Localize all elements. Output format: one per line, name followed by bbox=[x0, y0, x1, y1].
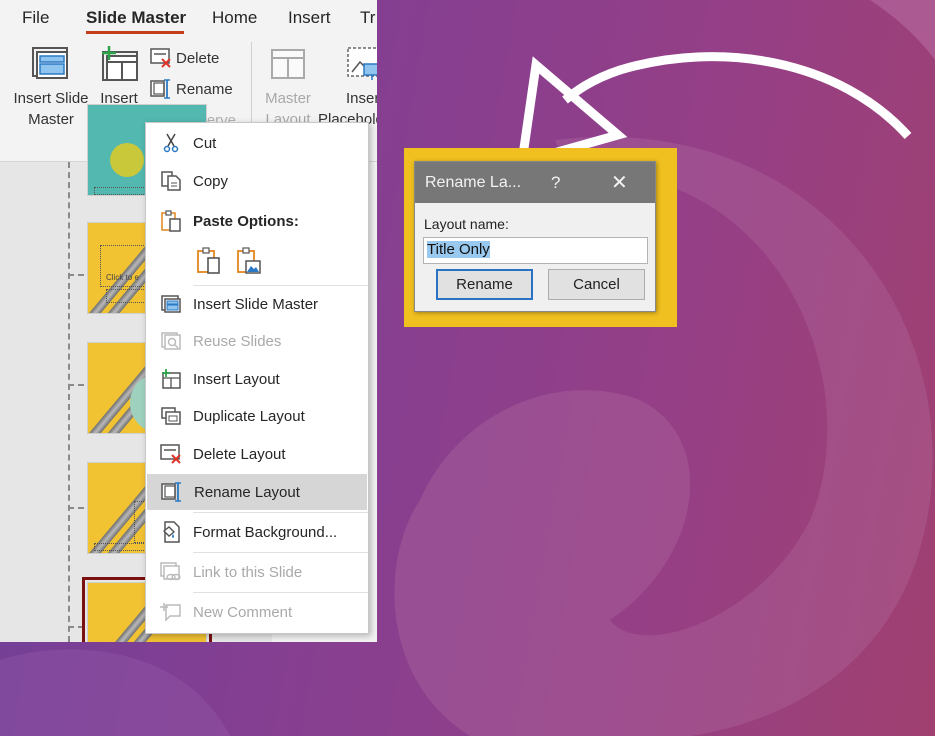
insert-layout-icon bbox=[160, 368, 182, 390]
menu-item-insert-slide-master[interactable]: Insert Slide Master bbox=[146, 286, 368, 322]
cancel-button[interactable]: Cancel bbox=[548, 269, 645, 300]
menu-item-label: New Comment bbox=[193, 603, 293, 621]
tab-file[interactable]: File bbox=[22, 8, 49, 28]
arrow-curve bbox=[562, 52, 912, 140]
menu-item-rename-layout[interactable]: Rename Layout bbox=[147, 474, 367, 510]
scissors-icon bbox=[160, 132, 182, 154]
menu-item-delete-layout[interactable]: Delete Layout bbox=[146, 436, 368, 472]
master-layout-label-1: Master bbox=[265, 90, 311, 107]
menu-item-label: Paste Options: bbox=[193, 212, 299, 230]
ribbon-tabs: File Slide Master Home Insert Tr bbox=[0, 0, 377, 38]
layout-tree-branch bbox=[68, 274, 84, 276]
insert-placeholder-icon bbox=[347, 47, 377, 80]
delete-button[interactable]: Delete bbox=[150, 48, 219, 68]
menu-item-label: Link to this Slide bbox=[193, 563, 303, 581]
menu-item-label: Format Background... bbox=[193, 523, 338, 541]
swirl-bottom-left bbox=[0, 649, 230, 736]
thumbnail-circle-decoration bbox=[110, 143, 144, 177]
delete-layout-icon bbox=[160, 443, 182, 465]
insert-slide-master-icon bbox=[32, 47, 68, 79]
rename-layout-dialog: Rename La... ? ✕ Layout name: Title Only… bbox=[414, 161, 656, 312]
layout-tree-line bbox=[68, 162, 70, 642]
tab-home[interactable]: Home bbox=[212, 8, 257, 28]
rename-label: Rename bbox=[176, 80, 233, 98]
layout-tree-branch bbox=[68, 507, 84, 509]
paste-picture-icon[interactable] bbox=[236, 247, 262, 275]
tab-transitions[interactable]: Tr bbox=[360, 8, 375, 28]
menu-item-label: Rename Layout bbox=[194, 483, 300, 501]
delete-label: Delete bbox=[176, 49, 220, 67]
menu-separator bbox=[193, 552, 368, 553]
menu-item-label: Cut bbox=[193, 134, 217, 152]
master-layout-button[interactable]: Master Layout bbox=[260, 46, 316, 130]
menu-item-copy[interactable]: Copy bbox=[146, 163, 368, 199]
insert-slide-master-icon bbox=[160, 293, 182, 315]
format-background-icon bbox=[160, 521, 182, 543]
swirl-top-right bbox=[870, 0, 935, 60]
menu-item-insert-layout[interactable]: Insert Layout bbox=[146, 361, 368, 397]
paste-keep-source-icon[interactable] bbox=[196, 247, 222, 275]
tab-insert[interactable]: Insert bbox=[288, 8, 331, 28]
copy-icon bbox=[160, 170, 182, 192]
menu-item-new-comment[interactable]: New Comment bbox=[146, 594, 368, 630]
menu-item-cut[interactable]: Cut bbox=[146, 125, 368, 161]
dialog-title: Rename La... bbox=[425, 174, 522, 191]
menu-item-duplicate-layout[interactable]: Duplicate Layout bbox=[146, 398, 368, 434]
menu-item-label: Insert Slide Master bbox=[193, 295, 319, 313]
layout-name-label: Layout name: bbox=[424, 216, 509, 232]
rename-icon bbox=[150, 79, 170, 99]
menu-item-label: Delete Layout bbox=[193, 445, 286, 463]
link-slide-icon bbox=[160, 561, 182, 583]
insert-slide-master-label-1: Insert Slide bbox=[13, 90, 89, 107]
menu-item-link-to-slide[interactable]: Link to this Slide bbox=[146, 554, 368, 590]
rename-button[interactable]: Rename bbox=[436, 269, 533, 300]
insert-slide-master-label-2: Master bbox=[28, 111, 74, 128]
context-menu: Cut Copy Paste Options: Insert Slide Mas… bbox=[145, 122, 369, 634]
master-layout-icon bbox=[271, 49, 305, 79]
insert-layout-icon bbox=[102, 46, 138, 81]
rename-button[interactable]: Rename bbox=[150, 79, 233, 99]
new-comment-icon bbox=[160, 601, 182, 623]
help-button[interactable]: ? bbox=[551, 173, 560, 193]
delete-icon bbox=[150, 48, 171, 68]
active-tab-indicator bbox=[86, 31, 184, 34]
menu-separator bbox=[193, 512, 368, 513]
close-icon[interactable]: ✕ bbox=[611, 170, 628, 195]
menu-item-label: Copy bbox=[193, 172, 229, 190]
rename-layout-icon bbox=[161, 481, 183, 503]
insert-placeholder-label-1: Insert bbox=[346, 90, 377, 107]
menu-item-label: Insert Layout bbox=[193, 370, 280, 388]
paste-icon bbox=[160, 210, 182, 232]
layout-name-value: Title Only bbox=[427, 241, 490, 258]
thumbnail-placeholder-text: Click to e bbox=[106, 273, 139, 282]
reuse-slides-icon bbox=[160, 330, 182, 352]
menu-item-label: Duplicate Layout bbox=[193, 407, 305, 425]
menu-item-format-background[interactable]: Format Background... bbox=[146, 514, 368, 550]
menu-item-label: Reuse Slides bbox=[193, 332, 282, 350]
menu-header-paste-options: Paste Options: bbox=[146, 203, 368, 239]
duplicate-layout-icon bbox=[160, 405, 182, 427]
dialog-title-bar: Rename La... ? ✕ bbox=[415, 162, 655, 203]
menu-separator bbox=[193, 592, 368, 593]
powerpoint-window: File Slide Master Home Insert Tr Insert … bbox=[0, 0, 377, 642]
tab-slide-master[interactable]: Slide Master bbox=[86, 8, 186, 28]
layout-tree-branch bbox=[68, 384, 84, 386]
menu-item-reuse-slides[interactable]: Reuse Slides bbox=[146, 323, 368, 359]
layout-tree-branch bbox=[68, 626, 84, 628]
insert-slide-master-button[interactable]: Insert Slide Master bbox=[8, 46, 94, 130]
layout-name-input[interactable]: Title Only bbox=[423, 237, 648, 264]
insert-placeholder-button[interactable]: Insert Placeholder bbox=[318, 46, 377, 130]
